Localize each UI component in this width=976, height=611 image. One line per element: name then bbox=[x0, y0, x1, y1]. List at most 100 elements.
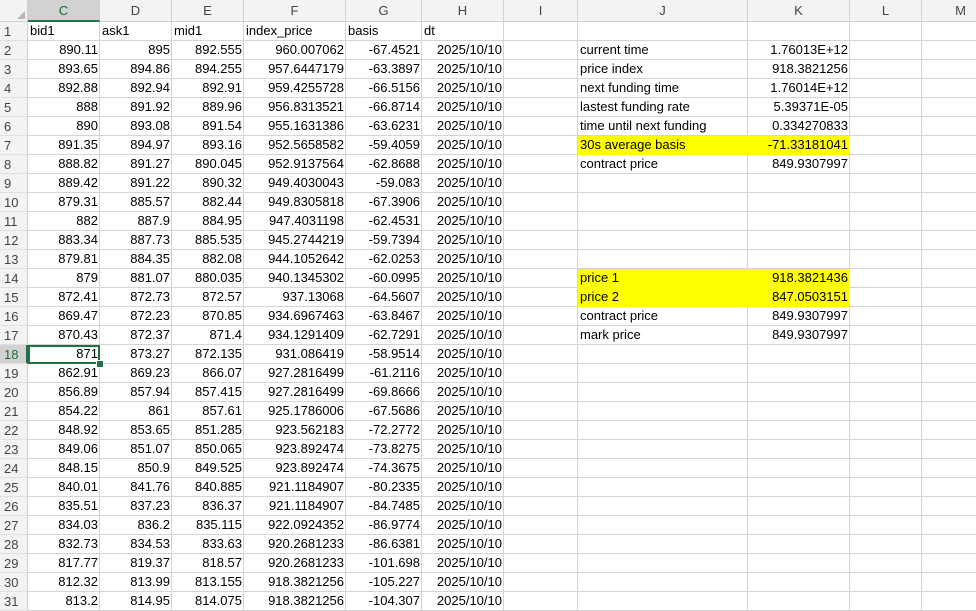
column-title-index-price[interactable]: index_price bbox=[244, 22, 346, 41]
data-cell[interactable]: 840.885 bbox=[172, 478, 244, 497]
grid-cell[interactable] bbox=[748, 478, 850, 497]
data-cell[interactable]: 940.1345302 bbox=[244, 269, 346, 288]
data-cell[interactable]: -72.2772 bbox=[346, 421, 422, 440]
grid-cell[interactable] bbox=[504, 364, 578, 383]
data-cell[interactable]: 949.8305818 bbox=[244, 193, 346, 212]
grid-cell[interactable] bbox=[504, 421, 578, 440]
row-header-14[interactable]: 14 bbox=[0, 269, 28, 288]
side-value[interactable]: 849.9307997 bbox=[748, 307, 850, 326]
side-label[interactable]: current time bbox=[578, 41, 748, 60]
side-label[interactable]: contract price bbox=[578, 155, 748, 174]
data-cell[interactable]: 882 bbox=[28, 212, 100, 231]
row-header-12[interactable]: 12 bbox=[0, 231, 28, 250]
data-cell[interactable]: -60.0995 bbox=[346, 269, 422, 288]
data-cell[interactable]: 817.77 bbox=[28, 554, 100, 573]
grid-cell[interactable] bbox=[504, 554, 578, 573]
grid-cell[interactable] bbox=[922, 516, 976, 535]
data-cell[interactable]: -104.307 bbox=[346, 592, 422, 611]
data-cell[interactable]: 893.65 bbox=[28, 60, 100, 79]
data-cell[interactable]: 2025/10/10 bbox=[422, 402, 504, 421]
data-cell[interactable]: -74.3675 bbox=[346, 459, 422, 478]
row-header-28[interactable]: 28 bbox=[0, 535, 28, 554]
grid-cell[interactable] bbox=[922, 212, 976, 231]
grid-cell[interactable] bbox=[850, 383, 922, 402]
grid-cell[interactable] bbox=[504, 250, 578, 269]
data-cell[interactable]: 890 bbox=[28, 117, 100, 136]
grid-cell[interactable] bbox=[578, 592, 748, 611]
data-cell[interactable]: 834.03 bbox=[28, 516, 100, 535]
grid-cell[interactable] bbox=[850, 421, 922, 440]
grid-cell[interactable] bbox=[504, 535, 578, 554]
column-header-h[interactable]: H bbox=[422, 0, 504, 22]
data-cell[interactable]: -84.7485 bbox=[346, 497, 422, 516]
data-cell[interactable]: 862.91 bbox=[28, 364, 100, 383]
select-all-corner[interactable] bbox=[0, 0, 28, 22]
grid-cell[interactable] bbox=[748, 573, 850, 592]
grid-cell[interactable] bbox=[748, 364, 850, 383]
grid-cell[interactable] bbox=[922, 155, 976, 174]
data-cell[interactable]: 887.9 bbox=[100, 212, 172, 231]
data-cell[interactable]: 885.535 bbox=[172, 231, 244, 250]
side-value[interactable]: 0.334270833 bbox=[748, 117, 850, 136]
data-cell[interactable]: 925.1786006 bbox=[244, 402, 346, 421]
grid-cell[interactable] bbox=[922, 364, 976, 383]
grid-cell[interactable] bbox=[504, 41, 578, 60]
grid-cell[interactable] bbox=[748, 554, 850, 573]
data-cell[interactable]: 870.85 bbox=[172, 307, 244, 326]
data-cell[interactable]: 872.37 bbox=[100, 326, 172, 345]
grid-cell[interactable] bbox=[578, 535, 748, 554]
data-cell[interactable]: 837.23 bbox=[100, 497, 172, 516]
data-cell[interactable]: 2025/10/10 bbox=[422, 288, 504, 307]
data-cell[interactable]: 891.22 bbox=[100, 174, 172, 193]
grid-cell[interactable] bbox=[922, 307, 976, 326]
grid-cell[interactable] bbox=[922, 60, 976, 79]
grid-cell[interactable] bbox=[504, 60, 578, 79]
grid-cell[interactable] bbox=[504, 440, 578, 459]
grid-cell[interactable] bbox=[922, 383, 976, 402]
side-label[interactable]: price index bbox=[578, 60, 748, 79]
side-value[interactable]: 918.3821436 bbox=[748, 269, 850, 288]
data-cell[interactable]: 927.2816499 bbox=[244, 383, 346, 402]
grid-cell[interactable] bbox=[578, 383, 748, 402]
row-header-29[interactable]: 29 bbox=[0, 554, 28, 573]
data-cell[interactable]: -61.2116 bbox=[346, 364, 422, 383]
data-cell[interactable]: 945.2744219 bbox=[244, 231, 346, 250]
grid-cell[interactable] bbox=[748, 516, 850, 535]
grid-cell[interactable] bbox=[504, 307, 578, 326]
grid-cell[interactable] bbox=[504, 193, 578, 212]
data-cell[interactable]: 813.155 bbox=[172, 573, 244, 592]
grid-cell[interactable] bbox=[748, 421, 850, 440]
row-header-4[interactable]: 4 bbox=[0, 79, 28, 98]
data-cell[interactable]: -86.6381 bbox=[346, 535, 422, 554]
grid-cell[interactable] bbox=[850, 22, 922, 41]
row-header-6[interactable]: 6 bbox=[0, 117, 28, 136]
grid-cell[interactable] bbox=[504, 345, 578, 364]
grid-cell[interactable] bbox=[578, 459, 748, 478]
column-header-j[interactable]: J bbox=[578, 0, 748, 22]
data-cell[interactable]: 885.57 bbox=[100, 193, 172, 212]
data-cell[interactable]: 956.8313521 bbox=[244, 98, 346, 117]
data-cell[interactable]: 2025/10/10 bbox=[422, 193, 504, 212]
row-header-13[interactable]: 13 bbox=[0, 250, 28, 269]
data-cell[interactable]: 920.2681233 bbox=[244, 535, 346, 554]
data-cell[interactable]: 812.32 bbox=[28, 573, 100, 592]
data-cell[interactable]: 923.562183 bbox=[244, 421, 346, 440]
data-cell[interactable]: 888.82 bbox=[28, 155, 100, 174]
grid-cell[interactable] bbox=[578, 345, 748, 364]
data-cell[interactable]: 857.61 bbox=[172, 402, 244, 421]
data-cell[interactable]: 853.65 bbox=[100, 421, 172, 440]
data-cell[interactable]: 850.9 bbox=[100, 459, 172, 478]
data-cell[interactable]: 813.2 bbox=[28, 592, 100, 611]
grid-cell[interactable] bbox=[748, 212, 850, 231]
data-cell[interactable]: -80.2335 bbox=[346, 478, 422, 497]
grid-cell[interactable] bbox=[748, 345, 850, 364]
data-cell[interactable]: 883.34 bbox=[28, 231, 100, 250]
data-cell[interactable]: 2025/10/10 bbox=[422, 174, 504, 193]
data-cell[interactable]: 2025/10/10 bbox=[422, 345, 504, 364]
grid-cell[interactable] bbox=[850, 155, 922, 174]
grid-cell[interactable] bbox=[850, 212, 922, 231]
grid-cell[interactable] bbox=[922, 269, 976, 288]
data-cell[interactable]: 893.08 bbox=[100, 117, 172, 136]
grid-cell[interactable] bbox=[850, 193, 922, 212]
data-cell[interactable]: 2025/10/10 bbox=[422, 307, 504, 326]
